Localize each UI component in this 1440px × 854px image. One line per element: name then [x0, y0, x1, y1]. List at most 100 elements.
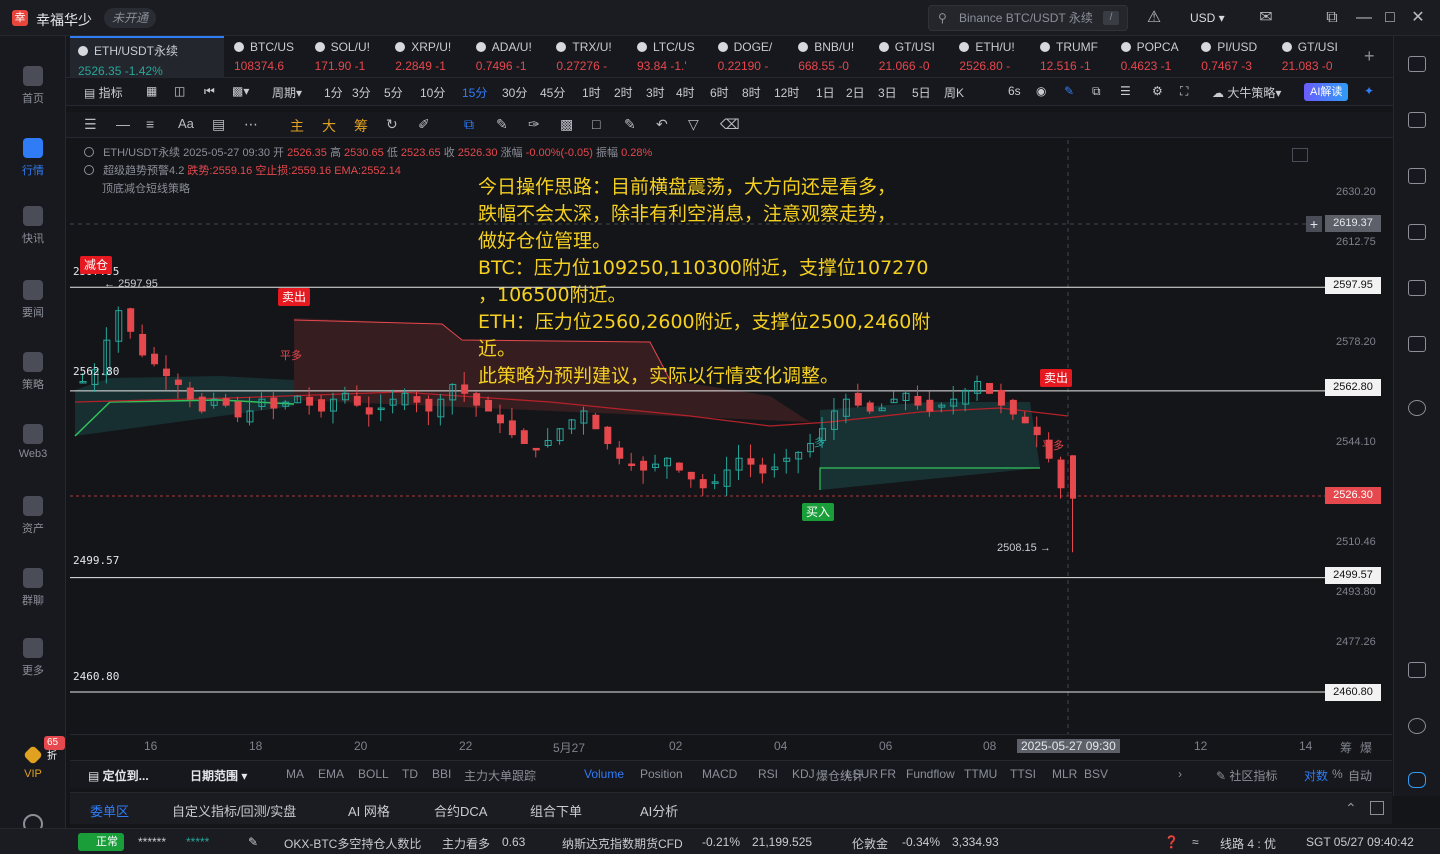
symbol-tab[interactable]: PI/USD 0.7467 -3 [1193, 36, 1274, 77]
interval-option[interactable]: 45分 [540, 84, 565, 101]
indicator-option[interactable]: EMA [318, 767, 344, 781]
panel-tab[interactable]: 合约DCA [434, 801, 487, 820]
panel-tab[interactable]: 组合下单 [530, 801, 582, 820]
indicator-option[interactable]: FR [880, 767, 896, 781]
indicators-button[interactable]: ▤ 指标 [84, 84, 123, 101]
menu-icon[interactable]: ☰ [84, 116, 97, 133]
symbol-tab[interactable]: SOL/U! 171.90 -1 [307, 36, 388, 77]
panel-popout-icon[interactable] [1370, 801, 1384, 815]
indicator-option[interactable]: Volume [584, 767, 624, 781]
interval-option[interactable]: 5日 [912, 84, 931, 101]
community-indicators-button[interactable]: ✎ 社区指标 [1216, 767, 1277, 784]
candles-icon[interactable]: ▩ [560, 116, 573, 133]
watchlist-icon[interactable] [1408, 56, 1426, 72]
chart-type-icon[interactable]: ▩▾ [232, 84, 249, 98]
assistant-robot-icon[interactable] [1408, 772, 1426, 788]
interval-option[interactable]: 周K [944, 84, 964, 101]
bell-icon[interactable]: ⚠ [1144, 8, 1164, 28]
sidebar-item-chat[interactable]: 群聊 [0, 568, 66, 608]
network-line[interactable]: 线路 4 : 优 [1220, 835, 1276, 852]
chart-settings-icon[interactable]: ⚙ [1152, 84, 1163, 98]
visibility-icon[interactable] [84, 147, 94, 157]
sidebar-item-assets[interactable]: 资产 [0, 496, 66, 536]
collapse-panel-icon[interactable]: ⌃ [1345, 800, 1357, 817]
list-icon[interactable]: ☰ [1120, 84, 1131, 98]
log-scale-toggle[interactable]: 对数 [1304, 767, 1328, 784]
share-icon[interactable]: ✦ [1364, 84, 1374, 98]
dollar-icon[interactable] [1408, 168, 1426, 184]
sidebar-item-market[interactable]: 行情 [0, 138, 66, 178]
add-tab-icon[interactable]: + [1364, 46, 1375, 67]
symbol-tab[interactable]: ADA/U! 0.7496 -1 [468, 36, 549, 77]
sidebar-item-more[interactable]: 更多 [0, 638, 66, 678]
mail-icon[interactable]: ✉ [1256, 8, 1276, 28]
copy-icon[interactable]: ⧉ [464, 116, 474, 133]
ticker3-name[interactable]: 伦敦金 [852, 835, 888, 852]
indicator-option[interactable]: RSI [758, 767, 778, 781]
interval-option[interactable]: 30分 [502, 84, 527, 101]
panel-tab[interactable]: AI分析 [640, 801, 678, 820]
lock-icon[interactable]: □ [592, 116, 600, 132]
strategy-select[interactable]: ☁ 大牛策略▾ [1212, 84, 1281, 101]
sidebar-item-vip[interactable]: VIP [0, 745, 66, 780]
interval-option[interactable]: 12时 [774, 84, 799, 101]
symbol-tab[interactable]: GT/USI 21.066 -0 [871, 36, 952, 77]
panel-tab[interactable]: 自定义指标/回测/实盘 [172, 801, 296, 820]
magnet-icon[interactable]: ↶ [656, 116, 668, 133]
interval-option[interactable]: 2时 [614, 84, 633, 101]
indicator-option[interactable]: BOLL [358, 767, 389, 781]
ticker1-name[interactable]: OKX-BTC多空持仓人数比 [284, 835, 421, 852]
symbol-tab[interactable]: TRX/U! 0.27276 - [548, 36, 629, 77]
layout-icon[interactable]: ◫ [174, 84, 185, 98]
signal-icon[interactable] [1408, 224, 1426, 240]
text-tool[interactable]: Aa [178, 116, 194, 131]
symbol-tab[interactable]: DOGE/0.22190 - [710, 36, 791, 77]
close-icon[interactable]: ✕ [1408, 8, 1428, 28]
indicator-option[interactable]: BBI [432, 767, 451, 781]
ai-interpret-button[interactable]: AI解读 [1304, 83, 1349, 101]
highlighter-icon[interactable]: ✑ [528, 116, 540, 133]
symbol-tab[interactable]: XRP/U! 2.2849 -1 [387, 36, 468, 77]
interval-option[interactable]: 5分 [384, 84, 403, 101]
horizontal-line-icon[interactable]: — [116, 116, 130, 132]
interval-option[interactable]: 3日 [878, 84, 897, 101]
indicator-option[interactable]: MACD [702, 767, 737, 781]
indicator-option[interactable]: TD [402, 767, 418, 781]
liquidation-toggle[interactable]: 爆 [1360, 739, 1372, 756]
filter-icon[interactable]: ▽ [688, 116, 699, 133]
panel-tab[interactable]: 委单区 [90, 801, 129, 820]
monitor-icon[interactable] [1408, 280, 1426, 296]
account-status-pill[interactable]: 未开通 [104, 8, 157, 28]
maximize-icon[interactable]: □ [1380, 8, 1400, 28]
percent-scale-toggle[interactable]: % [1332, 767, 1343, 781]
indicator-option[interactable]: KDJ [792, 767, 815, 781]
card-icon[interactable] [1408, 336, 1426, 352]
minimize-icon[interactable]: — [1354, 8, 1374, 28]
symbol-tab[interactable]: ETH/U! 2526.80 - [951, 36, 1032, 77]
chip-toggle[interactable]: 筹 [1340, 739, 1352, 756]
price-chart[interactable]: ETH/USDT永续 2025-05-27 09:30 开 2526.35 高 … [70, 140, 1392, 734]
interval-option[interactable]: 6时 [710, 84, 729, 101]
edit-icon[interactable]: ✎ [624, 116, 636, 133]
more-tools-icon[interactable]: ⋯ [244, 116, 258, 133]
symbol-tab[interactable]: LTC/US 93.84 -1.' [629, 36, 710, 77]
symbol-tab[interactable]: BTC/US 108374.6 [226, 36, 307, 77]
brush-icon[interactable]: ✐ [418, 116, 430, 133]
symbol-tab[interactable]: TRUMF 12.516 -1 [1032, 36, 1113, 77]
edit-icon[interactable]: ✎ [248, 835, 258, 849]
sidebar-item-flash[interactable]: 快讯 [0, 206, 66, 246]
indicator-option[interactable]: Fundflow [906, 767, 955, 781]
rewind-icon[interactable]: ⏮ [204, 84, 215, 99]
big-chip-tool[interactable]: 大 [322, 116, 336, 136]
trash-icon[interactable]: ⌫ [720, 116, 740, 133]
indicator-option[interactable]: MA [286, 767, 304, 781]
next-indicators-icon[interactable]: › [1178, 767, 1182, 781]
parallel-lines-icon[interactable]: ≡ [146, 116, 154, 132]
currency-select[interactable]: USD ▾ [1180, 8, 1235, 28]
sidebar-item-web3[interactable]: Web3 [0, 424, 66, 460]
panel-layout-icon[interactable] [1408, 662, 1426, 678]
auto-scale-toggle[interactable]: 自动 [1348, 767, 1372, 784]
symbol-tab[interactable]: ETH/USDT永续 2526.35 -1.42% [70, 36, 224, 77]
calendar-icon[interactable]: ▦ [146, 84, 157, 98]
interval-option[interactable]: 2日 [846, 84, 865, 101]
